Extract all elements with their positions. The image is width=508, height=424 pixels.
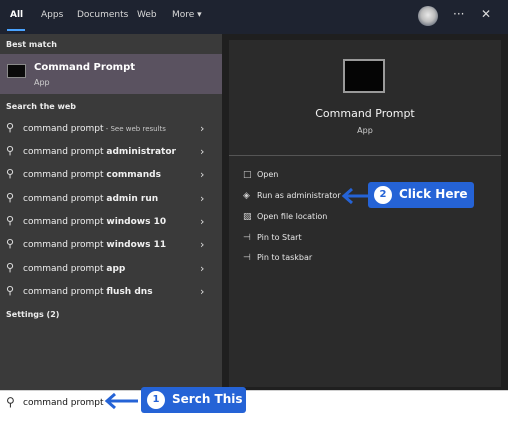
see-web-results-label: - See web results [103,125,166,133]
web-result-text: command prompt [23,287,107,297]
best-match-item[interactable] [0,54,222,94]
web-result-row[interactable]: ⚲ command prompt commands › [0,164,222,186]
callout-text: Serch This [172,392,243,406]
callout-click-here: 2 Click Here [368,182,474,208]
chevron-right-icon: › [200,262,205,275]
action-label: Run as administrator [257,191,341,200]
best-match-title: Command Prompt [34,62,136,73]
shield-icon: ◈ [243,191,250,201]
chevron-right-icon: › [200,168,205,181]
open-icon: □ [243,170,252,180]
search-icon: ⚲ [6,121,15,134]
web-result-row[interactable]: ⚲ command prompt app › [0,258,222,280]
open-action[interactable]: □ Open [243,170,278,180]
search-icon: ⚲ [6,284,15,297]
web-result-row[interactable]: ⚲ command prompt windows 11 › [0,234,222,256]
step-number: 1 [147,391,165,409]
callout-text: Click Here [399,187,468,201]
tab-more[interactable]: More ▾ [172,10,202,20]
tab-apps[interactable]: Apps [41,10,63,20]
web-result-text: command prompt [23,240,107,250]
open-file-location-action[interactable]: ▧ Open file location [243,212,327,222]
best-match-heading: Best match [6,40,57,49]
web-result-row[interactable]: ⚲ command prompt admin run › [0,188,222,210]
chevron-right-icon: › [200,145,205,158]
arrow-left-icon [104,392,138,410]
chevron-right-icon: › [200,122,205,135]
pin-icon: ⊣ [243,253,251,263]
action-label: Open [257,170,279,179]
web-result-text: command prompt [23,124,104,134]
search-icon: ⚲ [6,167,15,180]
preview-title: Command Prompt [315,107,415,120]
chevron-right-icon: › [200,238,205,251]
tab-all[interactable]: All [10,10,23,20]
tab-all-indicator [7,29,25,31]
web-result-bold: administrator [106,147,176,157]
divider [229,155,501,156]
command-prompt-large-icon [343,59,385,93]
search-icon: ⚲ [6,261,15,274]
tab-documents[interactable]: Documents [77,10,128,20]
run-as-administrator-action[interactable]: ◈ Run as administrator [243,191,341,201]
command-prompt-icon [7,64,26,78]
web-result-text: command prompt [23,217,107,227]
pin-to-start-action[interactable]: ⊣ Pin to Start [243,233,302,243]
chevron-right-icon: › [200,192,205,205]
arrow-left-icon [341,187,369,205]
tab-web[interactable]: Web [137,10,157,20]
web-result-bold: app [106,264,126,274]
action-label: Pin to taskbar [257,253,313,262]
more-options-icon[interactable]: ··· [453,7,464,21]
web-result-text: command prompt [23,147,107,157]
web-result-row[interactable]: ⚲ command prompt flush dns › [0,281,222,303]
web-result-bold: windows 10 [106,217,167,227]
search-icon: ⚲ [6,237,15,250]
chevron-right-icon: › [200,215,205,228]
step-number: 2 [374,186,392,204]
search-icon: ⚲ [6,144,15,157]
web-result-text: command prompt [23,264,107,274]
web-result-row[interactable]: ⚲ command prompt administrator › [0,141,222,163]
search-web-heading: Search the web [6,102,77,111]
pin-to-taskbar-action[interactable]: ⊣ Pin to taskbar [243,253,312,263]
web-result-bold: windows 11 [106,240,167,250]
search-icon: ⚲ [6,214,15,227]
preview-subtitle: App [357,126,373,135]
avatar[interactable] [418,6,438,26]
folder-icon: ▧ [243,212,252,222]
close-icon[interactable]: ✕ [481,7,491,21]
web-result-text: command prompt [23,170,107,180]
web-result-row[interactable]: ⚲ command prompt windows 10 › [0,211,222,233]
search-icon: ⚲ [6,191,15,204]
web-result-bold: admin run [106,194,159,204]
web-result-bold: commands [106,170,161,180]
action-label: Open file location [257,212,328,221]
search-icon: ⚲ [6,395,15,409]
web-result-row[interactable]: ⚲ command prompt - See web results › [0,118,222,140]
best-match-subtitle: App [34,78,50,87]
chevron-right-icon: › [200,285,205,298]
pin-icon: ⊣ [243,233,251,243]
web-result-text: command prompt [23,194,107,204]
settings-heading[interactable]: Settings (2) [6,310,59,319]
action-label: Pin to Start [257,233,302,242]
web-result-bold: flush dns [106,287,153,297]
callout-search-this: 1 Serch This [141,387,246,413]
